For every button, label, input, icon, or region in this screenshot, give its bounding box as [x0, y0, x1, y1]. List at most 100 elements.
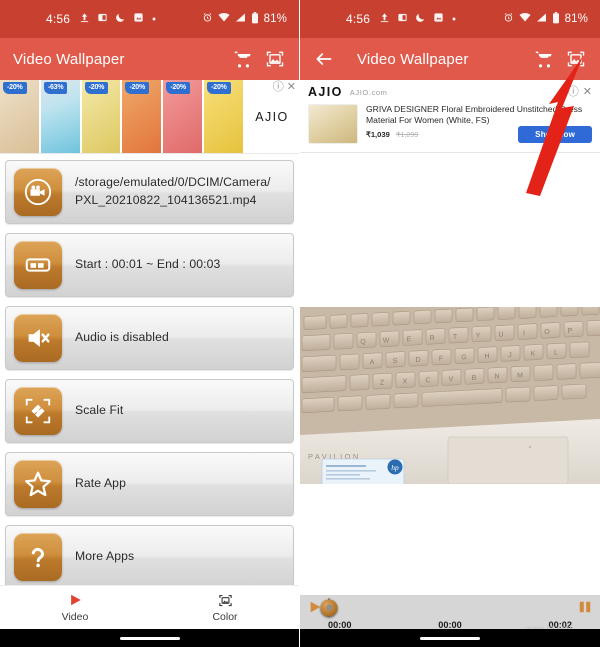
- ad-thumbnail[interactable]: -20%: [81, 80, 121, 153]
- list-item-more-apps[interactable]: More Apps: [5, 525, 294, 589]
- video-preview-frame[interactable]: QWER TYUI OP ASDF GHJK L ZXCV BNM PAVILI: [300, 307, 600, 484]
- tab-color[interactable]: Color: [150, 593, 299, 623]
- svg-text:D: D: [415, 357, 420, 364]
- gesture-navigation-bar: [300, 629, 600, 647]
- ad-thumbnail[interactable]: -20%: [204, 80, 243, 153]
- video-player-controls: 00:00 00:00 00:02 www.hk.com: [300, 595, 600, 633]
- pause-icon[interactable]: [576, 599, 594, 614]
- list-item-label: Audio is disabled: [75, 330, 169, 345]
- list-item-scale[interactable]: Scale Fit: [5, 379, 294, 443]
- wifi-icon: [218, 12, 230, 26]
- ad-card-controls[interactable]: ⓘ ✕: [568, 86, 592, 98]
- discount-badge: -20%: [84, 82, 109, 94]
- app-title: Video Wallpaper: [13, 50, 125, 68]
- info-icon[interactable]: ⓘ: [568, 86, 579, 98]
- shop-now-button[interactable]: Shop now: [518, 126, 592, 143]
- list-item-label: More Apps: [75, 549, 135, 564]
- ad-thumbnail[interactable]: -20%: [122, 80, 162, 153]
- ad-banner-strip[interactable]: -20% -63% -20% -20% -20% -20% AJIO ⓘ ✕: [0, 80, 299, 154]
- ad-thumbnail[interactable]: -20%: [0, 80, 39, 153]
- svg-text:hp: hp: [391, 463, 399, 472]
- shopping-cart-icon[interactable]: [533, 48, 555, 70]
- tab-label: Video: [61, 610, 89, 623]
- arrow-left-icon[interactable]: [313, 48, 335, 70]
- trim-range-icon: [14, 241, 62, 289]
- list-item-rate-app[interactable]: Rate App: [5, 452, 294, 516]
- scale-fit-icon: [14, 387, 62, 435]
- bottom-navigation-bar: Video Color: [0, 585, 299, 629]
- ad-controls[interactable]: ⓘ ✕: [273, 82, 296, 93]
- ad-thumbnail[interactable]: -20%: [163, 80, 203, 153]
- ad-thumbnail-list[interactable]: -20% -63% -20% -20% -20% -20%: [0, 80, 245, 153]
- close-icon[interactable]: ✕: [287, 82, 296, 93]
- set-wallpaper-icon[interactable]: [264, 48, 286, 70]
- crescent-moon-icon: [415, 12, 426, 26]
- discount-badge: -20%: [3, 82, 27, 94]
- close-icon[interactable]: ✕: [583, 86, 592, 98]
- svg-text:L: L: [554, 349, 558, 356]
- tab-video[interactable]: Video: [0, 593, 150, 623]
- alarm-icon: [503, 12, 514, 26]
- discount-badge: -20%: [166, 82, 190, 94]
- speaker-mute-icon: [14, 314, 62, 362]
- info-icon[interactable]: ⓘ: [273, 82, 284, 93]
- svg-text:K: K: [531, 351, 536, 358]
- dnd-icon: [97, 12, 108, 26]
- svg-text:Z: Z: [380, 380, 385, 387]
- right-phone-panel: 4:56 81% Video Wallpaper AJIO AJIO.com ⓘ…: [300, 0, 600, 647]
- svg-text:I: I: [523, 330, 525, 337]
- ad-product-thumbnail: [308, 104, 358, 144]
- signal-icon: [536, 12, 547, 26]
- screenshot-icon: [133, 12, 144, 26]
- svg-text:M: M: [517, 372, 523, 379]
- list-item-label: Start : 00:01 ~ End : 00:03: [75, 257, 221, 272]
- discount-badge: -20%: [207, 82, 231, 94]
- left-phone-panel: 4:56 81% Video Wallpaper -20% -63% -20% …: [0, 0, 300, 647]
- svg-text:C: C: [425, 377, 430, 384]
- color-image-icon: [218, 593, 233, 608]
- screenshot-stage: 4:56 81% Video Wallpaper -20% -63% -20% …: [0, 0, 600, 647]
- dnd-icon: [397, 12, 408, 26]
- status-bar: 4:56 81%: [300, 0, 600, 38]
- ad-original-price: ₹1,299: [395, 129, 419, 139]
- list-item-audio[interactable]: Audio is disabled: [5, 306, 294, 370]
- battery-percent-label: 81%: [263, 13, 287, 25]
- laptop-keyboard-photo: QWER TYUI OP ASDF GHJK L ZXCV BNM PAVILI: [300, 307, 600, 484]
- dot-icon: [151, 13, 157, 25]
- svg-text:V: V: [449, 376, 454, 383]
- list-item-trim-range[interactable]: Start : 00:01 ~ End : 00:03: [5, 233, 294, 297]
- list-item-label: /storage/emulated/0/DCIM/Camera/ PXL_202…: [75, 175, 271, 207]
- list-item-video-path[interactable]: /storage/emulated/0/DCIM/Camera/ PXL_202…: [5, 160, 294, 224]
- svg-text:U: U: [498, 331, 503, 338]
- range-end-thumb[interactable]: [320, 599, 338, 616]
- svg-text:X: X: [403, 378, 408, 385]
- set-wallpaper-icon[interactable]: [565, 48, 587, 70]
- settings-list: /storage/emulated/0/DCIM/Camera/ PXL_202…: [0, 154, 299, 589]
- svg-text:F: F: [439, 356, 443, 363]
- discount-badge: -63%: [43, 82, 68, 94]
- status-bar: 4:56 81%: [0, 0, 299, 38]
- battery-icon: [552, 11, 560, 27]
- discount-badge: -20%: [125, 82, 150, 94]
- svg-text:P: P: [568, 328, 573, 335]
- status-bar-time: 4:56: [46, 12, 71, 26]
- svg-text:S: S: [393, 358, 398, 365]
- seek-track[interactable]: [320, 598, 338, 617]
- player-seek-area[interactable]: 00:00 00:00 00:02 www.hk.com: [320, 598, 576, 633]
- app-bar-right: Video Wallpaper: [300, 38, 600, 80]
- status-bar-notification-icons: [379, 12, 457, 26]
- ad-card[interactable]: AJIO AJIO.com ⓘ ✕ GRIVA DESIGNER Floral …: [300, 80, 600, 153]
- list-item-label: Scale Fit: [75, 403, 124, 418]
- crescent-moon-icon: [115, 12, 126, 26]
- upload-icon: [379, 12, 390, 26]
- shopping-cart-icon[interactable]: [232, 48, 254, 70]
- play-triangle-icon: [68, 593, 83, 608]
- ad-thumbnail[interactable]: -63%: [40, 80, 80, 153]
- ad-current-price: ₹1,039: [366, 129, 390, 139]
- svg-text:E: E: [407, 336, 412, 343]
- gesture-pill[interactable]: [420, 636, 480, 640]
- question-mark-icon: [14, 533, 62, 581]
- svg-text:N: N: [494, 374, 499, 381]
- svg-text:T: T: [453, 334, 458, 341]
- gesture-pill[interactable]: [120, 636, 180, 640]
